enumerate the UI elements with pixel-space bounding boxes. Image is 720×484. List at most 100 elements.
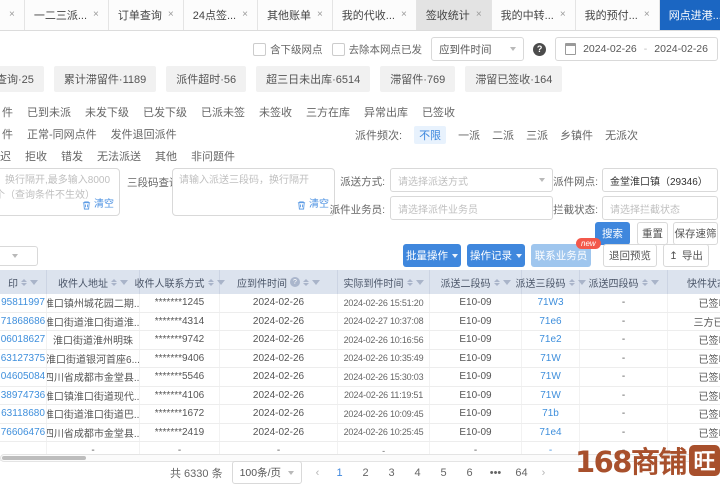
sort-icon[interactable]	[642, 279, 648, 286]
filter-link[interactable]: 其他	[155, 148, 177, 164]
close-icon[interactable]: ×	[9, 10, 15, 20]
filter-link[interactable]: 已派未签	[201, 104, 245, 120]
column-header[interactable]: 快件状态?	[668, 270, 720, 294]
page-number[interactable]: 1	[333, 467, 346, 479]
stat-pill[interactable]: 查询·25	[0, 66, 44, 92]
stat-pill[interactable]: 超三日未出库·6514	[256, 66, 370, 92]
close-icon[interactable]: ×	[476, 10, 482, 20]
intercept-select[interactable]: 请选择拦截状态	[602, 196, 718, 220]
return-preview-button[interactable]: 退回预览	[603, 244, 657, 267]
page-number[interactable]: 5	[437, 467, 450, 479]
column-header[interactable]: 派送三段码	[522, 270, 580, 294]
filter-link[interactable]: 已到未派	[27, 104, 71, 120]
tab-item[interactable]: 签收统计×	[417, 0, 492, 30]
frequency-option[interactable]: 无派次	[605, 127, 638, 143]
column-header[interactable]: 实际到件时间	[338, 270, 430, 294]
tab-item[interactable]: 其他账单×	[258, 0, 333, 30]
filter-link[interactable]: 发件退回派件	[111, 126, 177, 142]
column-header[interactable]: 应到件时间?	[220, 270, 338, 294]
tab-item[interactable]: 一二三派...×	[25, 0, 109, 30]
operation-record-button[interactable]: 操作记录	[467, 244, 525, 267]
reset-button[interactable]: 重置	[637, 222, 668, 245]
filter-funnel-icon[interactable]	[651, 280, 659, 285]
filter-funnel-icon[interactable]	[416, 280, 424, 285]
filter-funnel-icon[interactable]	[120, 280, 128, 285]
waybill-cell[interactable]: 04605084	[0, 368, 47, 386]
frequency-option[interactable]: 一派	[458, 127, 480, 143]
checkbox-icon[interactable]	[332, 43, 345, 56]
waybill-cell[interactable]: 63127375	[0, 350, 47, 368]
filter-link[interactable]: 迟	[0, 148, 11, 164]
segment3-cell[interactable]: 71b	[522, 405, 580, 423]
waybill-cell[interactable]: 71868686	[0, 313, 47, 331]
date-from[interactable]: 2024-02-26	[583, 43, 637, 55]
checkbox-include-sub-network[interactable]: 含下级网点	[253, 42, 323, 57]
segment3-cell[interactable]: 71e6	[522, 313, 580, 331]
page-number[interactable]: 2	[359, 467, 372, 479]
filter-link[interactable]: 件	[2, 126, 13, 142]
expand-button[interactable]	[0, 246, 38, 266]
network-input[interactable]: 金堂淮口镇（29346）	[602, 168, 718, 192]
column-header[interactable]: 收件人地址	[47, 270, 140, 294]
scrollbar-thumb[interactable]	[2, 456, 86, 460]
filter-link[interactable]: 三方在库	[306, 104, 350, 120]
export-button[interactable]: ↥ 导出	[663, 244, 709, 267]
frequency-option[interactable]: 三派	[526, 127, 548, 143]
column-header[interactable]: 派送二段码	[430, 270, 522, 294]
filter-link[interactable]: 非问题件	[191, 148, 235, 164]
column-header[interactable]: 收件人联系方式	[140, 270, 220, 294]
segment3-cell[interactable]: 71W	[522, 350, 580, 368]
checkbox-exclude-sent[interactable]: 去除本网点已发	[332, 42, 423, 57]
date-to[interactable]: 2024-02-26	[654, 43, 708, 55]
page-number[interactable]: 64	[515, 467, 528, 479]
filter-link[interactable]: 已发下级	[143, 104, 187, 120]
waybill-cell[interactable]: 63118680	[0, 405, 47, 423]
column-header[interactable]: 派送四段码	[580, 270, 668, 294]
close-icon[interactable]: ×	[644, 10, 650, 20]
filter-funnel-icon[interactable]	[312, 280, 320, 285]
tab-item[interactable]: 我的中转...×	[492, 0, 576, 30]
filter-link[interactable]: 异常出库	[364, 104, 408, 120]
checkbox-icon[interactable]	[253, 43, 266, 56]
filter-link[interactable]: 正常-同网点件	[27, 126, 97, 142]
date-range-picker[interactable]: 2024-02-26 - 2024-02-26	[555, 37, 718, 61]
page-size-select[interactable]: 100条/页	[232, 461, 302, 484]
sort-icon[interactable]	[494, 279, 500, 286]
tab-item[interactable]: 我的代收...×	[333, 0, 417, 30]
tab-item[interactable]: 24点签...×	[184, 0, 258, 30]
close-icon[interactable]: ×	[317, 10, 323, 20]
segment-textarea[interactable]: 请输入派送三段码，换行隔开 清空	[172, 168, 335, 216]
time-type-select[interactable]: 应到件时间	[431, 37, 524, 61]
sort-icon[interactable]	[208, 279, 214, 286]
page-number[interactable]: 3	[385, 467, 398, 479]
filter-funnel-icon[interactable]	[30, 280, 38, 285]
column-header[interactable]: 印	[0, 270, 47, 294]
filter-link[interactable]: 无法派送	[97, 148, 141, 164]
segment3-cell[interactable]: 71W3	[522, 294, 580, 312]
sort-icon[interactable]	[569, 279, 575, 286]
batch-operation-button[interactable]: 批量操作	[403, 244, 461, 267]
frequency-option[interactable]: 不限	[414, 126, 446, 144]
filter-link[interactable]: 件	[2, 104, 13, 120]
tab-item[interactable]: ×	[0, 0, 25, 30]
filter-link[interactable]: 已签收	[422, 104, 455, 120]
page-number[interactable]: •••	[489, 467, 502, 479]
segment3-cell[interactable]: 71W	[522, 368, 580, 386]
filter-link[interactable]: 拒收	[25, 148, 47, 164]
waybill-textarea[interactable]: ，换行隔开,最多输入8000个（查询条件不生效） 清空	[0, 168, 120, 216]
filter-funnel-icon[interactable]	[503, 280, 511, 285]
clear-waybill-button[interactable]: 清空	[82, 197, 114, 212]
close-icon[interactable]: ×	[401, 10, 407, 20]
frequency-option[interactable]: 乡镇件	[560, 127, 593, 143]
sort-icon[interactable]	[303, 279, 309, 286]
segment3-cell[interactable]: 71W	[522, 387, 580, 405]
tab-item[interactable]: 网点进港...×	[660, 0, 720, 30]
segment3-cell[interactable]: 71e4	[522, 424, 580, 442]
page-number[interactable]: 4	[411, 467, 424, 479]
sort-icon[interactable]	[21, 279, 27, 286]
save-filter-button[interactable]: 保存速筛	[673, 222, 718, 245]
waybill-cell[interactable]: 38974736	[0, 387, 47, 405]
prev-page-button[interactable]: ‹	[311, 467, 324, 479]
tab-item[interactable]: 订单查询×	[109, 0, 184, 30]
frequency-option[interactable]: 二派	[492, 127, 514, 143]
